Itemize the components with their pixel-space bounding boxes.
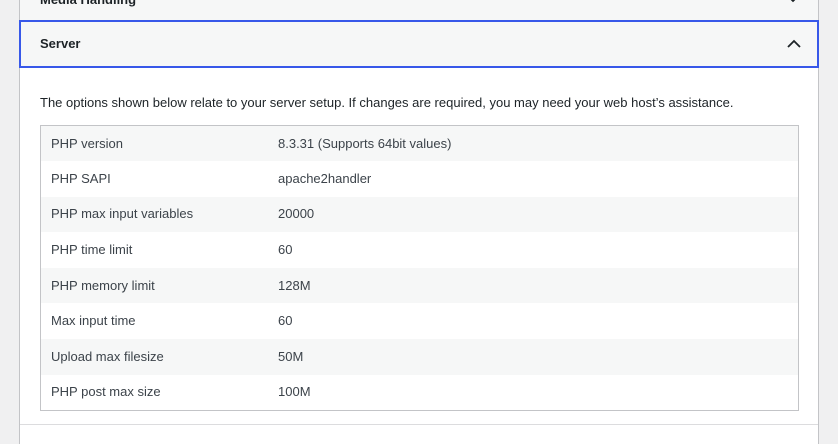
row-value: 8.3.31 (Supports 64bit values) [278, 135, 452, 151]
row-label: PHP version [51, 135, 124, 151]
table-row: PHP memory limit 128M [40, 267, 799, 304]
row-value: 128M [278, 277, 311, 293]
row-value: 60 [278, 313, 293, 329]
row-value: 100M [278, 384, 311, 400]
row-label: PHP SAPI [51, 170, 111, 186]
row-label: PHP max input variables [51, 206, 194, 222]
accordion-media-handling[interactable]: Media Handling [20, 0, 818, 20]
accordion-title: Media Handling [40, 0, 136, 8]
row-value: apache2handler [278, 170, 372, 186]
site-health-panel: Media Handling Server The options shown … [19, 0, 819, 444]
table-row: PHP version 8.3.31 (Supports 64bit values… [40, 125, 799, 162]
table-row: PHP SAPI apache2handler [40, 161, 799, 197]
row-label: PHP time limit [51, 242, 133, 258]
row-label: PHP memory limit [51, 277, 155, 293]
page: Media Handling Server The options shown … [0, 0, 838, 444]
row-value: 20000 [278, 206, 315, 222]
chevron-down-icon [790, 0, 796, 3]
accordion-title: Server [40, 36, 81, 51]
table-row: Max input time 60 [40, 303, 799, 340]
row-value: 50M [278, 348, 304, 364]
server-info-table: PHP version 8.3.31 (Supports 64bit values… [40, 125, 799, 411]
row-label: Upload max filesize [51, 348, 164, 364]
row-label: PHP post max size [51, 384, 161, 400]
chevron-up-icon [787, 39, 801, 48]
table-row: Upload max filesize 50M [40, 339, 799, 375]
table-row: PHP max input variables 20000 [40, 196, 799, 233]
table-row: PHP time limit 60 [40, 232, 799, 268]
row-label: Max input time [51, 313, 136, 329]
table-body: PHP version 8.3.31 (Supports 64bit values… [40, 125, 799, 411]
table-row: PHP post max size 100M [40, 374, 799, 411]
section-description: The options shown below relate to your s… [40, 95, 734, 110]
row-value: 60 [278, 242, 293, 258]
accordion-server[interactable]: Server [19, 20, 819, 68]
section-divider [20, 424, 818, 425]
